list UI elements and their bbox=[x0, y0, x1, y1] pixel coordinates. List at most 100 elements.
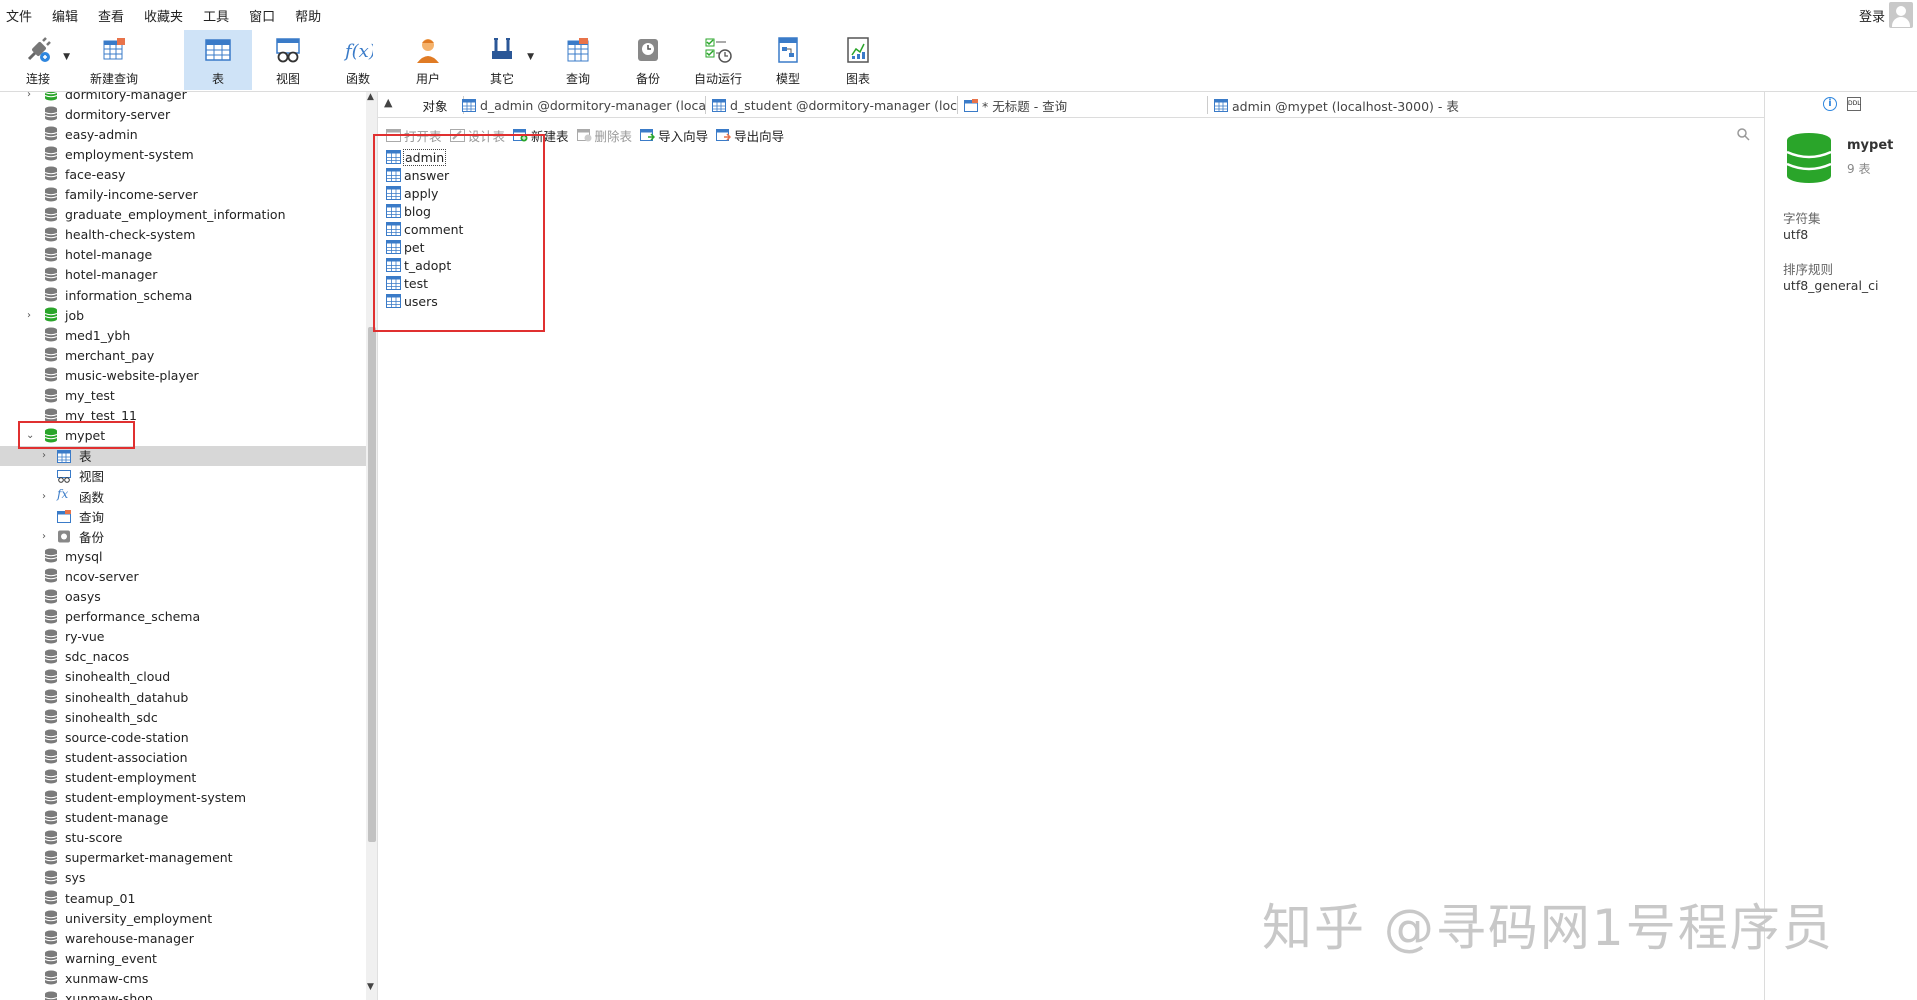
menu-view[interactable]: 查看 bbox=[94, 6, 138, 25]
tree-database[interactable]: information_schema bbox=[0, 285, 366, 305]
database-name: ry-vue bbox=[65, 629, 105, 645]
database-name: job bbox=[65, 307, 85, 323]
tree-database[interactable]: merchant_pay bbox=[0, 345, 366, 365]
tree-database[interactable]: teamup_01 bbox=[0, 888, 366, 908]
tree-database[interactable]: warning_event bbox=[0, 948, 366, 968]
tree-database[interactable]: performance_schema bbox=[0, 607, 366, 627]
tree-database[interactable]: sys bbox=[0, 868, 366, 888]
chart-button[interactable]: 图表 bbox=[824, 30, 892, 90]
model-button[interactable]: 模型 bbox=[754, 30, 822, 90]
chevron-down-icon[interactable]: ▼ bbox=[527, 52, 534, 62]
tree-database[interactable]: family-income-server bbox=[0, 185, 366, 205]
tree-database[interactable]: health-check-system bbox=[0, 225, 366, 245]
other-button[interactable]: 其它 ▼ bbox=[468, 30, 536, 90]
tree-database[interactable]: stu-score bbox=[0, 828, 366, 848]
tree-database[interactable]: student-employment-system bbox=[0, 788, 366, 808]
tree-database[interactable]: sinohealth_sdc bbox=[0, 707, 366, 727]
chevron-up-icon[interactable]: ▲ bbox=[384, 96, 392, 109]
tree-database[interactable]: sdc_nacos bbox=[0, 647, 366, 667]
tree-database[interactable]: student-employment bbox=[0, 767, 366, 787]
tree-node-query[interactable]: 查询 bbox=[0, 506, 366, 526]
tree-database[interactable]: xunmaw-cms bbox=[0, 968, 366, 988]
tree-database[interactable]: med1_ybh bbox=[0, 325, 366, 345]
avatar-icon[interactable] bbox=[1889, 2, 1913, 28]
search-icon[interactable] bbox=[1737, 128, 1750, 141]
tree-database[interactable]: warehouse-manager bbox=[0, 928, 366, 948]
table-button[interactable]: 表 bbox=[184, 30, 252, 90]
tab-objects[interactable]: 对象 bbox=[406, 92, 464, 118]
annotation-highlight-mypet bbox=[18, 421, 135, 449]
tree-node-view[interactable]: 视图 bbox=[0, 466, 366, 486]
database-icon bbox=[44, 810, 58, 825]
tree-database[interactable]: ncov-server bbox=[0, 566, 366, 586]
info-icon[interactable]: i bbox=[1823, 97, 1837, 111]
database-name: student-employment-system bbox=[65, 790, 247, 805]
tree-database[interactable]: › job bbox=[0, 305, 366, 325]
tree-database[interactable]: ry-vue bbox=[0, 627, 366, 647]
tree-database[interactable]: mysql bbox=[0, 546, 366, 566]
tab-admin-table[interactable]: admin @mypet (localhost-3000) - 表 bbox=[1210, 92, 1460, 118]
login-link[interactable]: 登录 bbox=[1859, 6, 1885, 25]
menu-window[interactable]: 窗口 bbox=[245, 6, 289, 25]
query-button[interactable]: 查询 bbox=[544, 30, 612, 90]
database-name: oasys bbox=[65, 589, 101, 604]
tree-scrollbar-thumb[interactable] bbox=[368, 327, 376, 842]
tree-database[interactable]: supermarket-management bbox=[0, 848, 366, 868]
tree-database[interactable]: my_test bbox=[0, 386, 366, 406]
tree-database[interactable]: employment-system bbox=[0, 144, 366, 164]
tree-node-function[interactable]: › fx 函数 bbox=[0, 486, 366, 506]
menu-favorites[interactable]: 收藏夹 bbox=[140, 6, 197, 25]
tree-database[interactable]: › dormitory-manager bbox=[0, 92, 366, 104]
tree-node-label: 视图 bbox=[79, 469, 105, 485]
tree-database[interactable]: dormitory-server bbox=[0, 104, 366, 124]
tree-database[interactable]: graduate_employment_information bbox=[0, 205, 366, 225]
tab-d-admin[interactable]: d_admin @dormitory-manager (loca... bbox=[458, 92, 706, 118]
tree-node-backup[interactable]: › 备份 bbox=[0, 526, 366, 546]
tab-untitled-query[interactable]: * 无标题 - 查询 bbox=[960, 92, 1208, 118]
database-name: student-manage bbox=[65, 810, 169, 826]
database-icon bbox=[44, 991, 58, 1000]
tree-database[interactable]: sinohealth_datahub bbox=[0, 687, 366, 707]
database-icon bbox=[44, 388, 58, 402]
tree-database[interactable]: student-association bbox=[0, 747, 366, 767]
tree-database[interactable]: hotel-manager bbox=[0, 265, 366, 285]
tree-database[interactable]: oasys bbox=[0, 587, 366, 607]
menu-file[interactable]: 文件 bbox=[2, 6, 46, 25]
tree-database[interactable]: university_employment bbox=[0, 908, 366, 928]
scroll-down-icon[interactable]: ▼ bbox=[367, 982, 374, 992]
chevron-down-icon[interactable]: ▼ bbox=[63, 52, 70, 62]
tree-database[interactable]: easy-admin bbox=[0, 124, 366, 144]
chevron-right-icon[interactable]: › bbox=[42, 450, 46, 461]
database-icon bbox=[44, 126, 58, 141]
chevron-right-icon[interactable]: › bbox=[27, 92, 31, 100]
tab-d-student[interactable]: d_student @dormitory-manager (loc... bbox=[708, 92, 958, 118]
ddl-icon[interactable]: DDL bbox=[1847, 97, 1861, 111]
menu-tools[interactable]: 工具 bbox=[199, 6, 243, 25]
chevron-right-icon[interactable]: › bbox=[42, 491, 46, 502]
tree-database[interactable]: hotel-manage bbox=[0, 245, 366, 265]
auto-run-button[interactable]: 自动运行 bbox=[684, 30, 752, 90]
object-area: ▲ 对象 d_admin @dormitory-manager (loca...… bbox=[378, 92, 1764, 1000]
import-wizard-button[interactable]: 导入向导 bbox=[640, 126, 708, 145]
tree-database[interactable]: music-website-player bbox=[0, 365, 366, 385]
menu-help[interactable]: 帮助 bbox=[291, 6, 335, 25]
database-icon bbox=[44, 187, 58, 201]
scroll-up-icon[interactable]: ▲ bbox=[367, 92, 374, 102]
backup-button[interactable]: 备份 bbox=[614, 30, 682, 90]
chevron-right-icon[interactable]: › bbox=[42, 531, 46, 542]
tree-database[interactable]: source-code-station bbox=[0, 727, 366, 747]
svg-text:f(x): f(x) bbox=[343, 41, 373, 62]
delete-table-button[interactable]: 删除表 bbox=[576, 126, 632, 145]
tree-database[interactable]: face-easy bbox=[0, 164, 366, 184]
tree-database[interactable]: sinohealth_cloud bbox=[0, 667, 366, 687]
tree-database[interactable]: student-manage bbox=[0, 808, 366, 828]
export-wizard-button[interactable]: 导出向导 bbox=[716, 126, 784, 145]
user-button[interactable]: 用户 bbox=[394, 30, 462, 90]
connect-button[interactable]: 连接 ▼ bbox=[4, 30, 72, 90]
function-button[interactable]: f(x) 函数 bbox=[324, 30, 392, 90]
menu-edit[interactable]: 编辑 bbox=[48, 6, 92, 25]
new-query-button[interactable]: 新建查询 bbox=[80, 30, 148, 90]
tree-database[interactable]: xunmaw-shop bbox=[0, 989, 366, 1000]
view-button[interactable]: 视图 bbox=[254, 30, 322, 90]
chevron-right-icon[interactable]: › bbox=[27, 310, 31, 321]
